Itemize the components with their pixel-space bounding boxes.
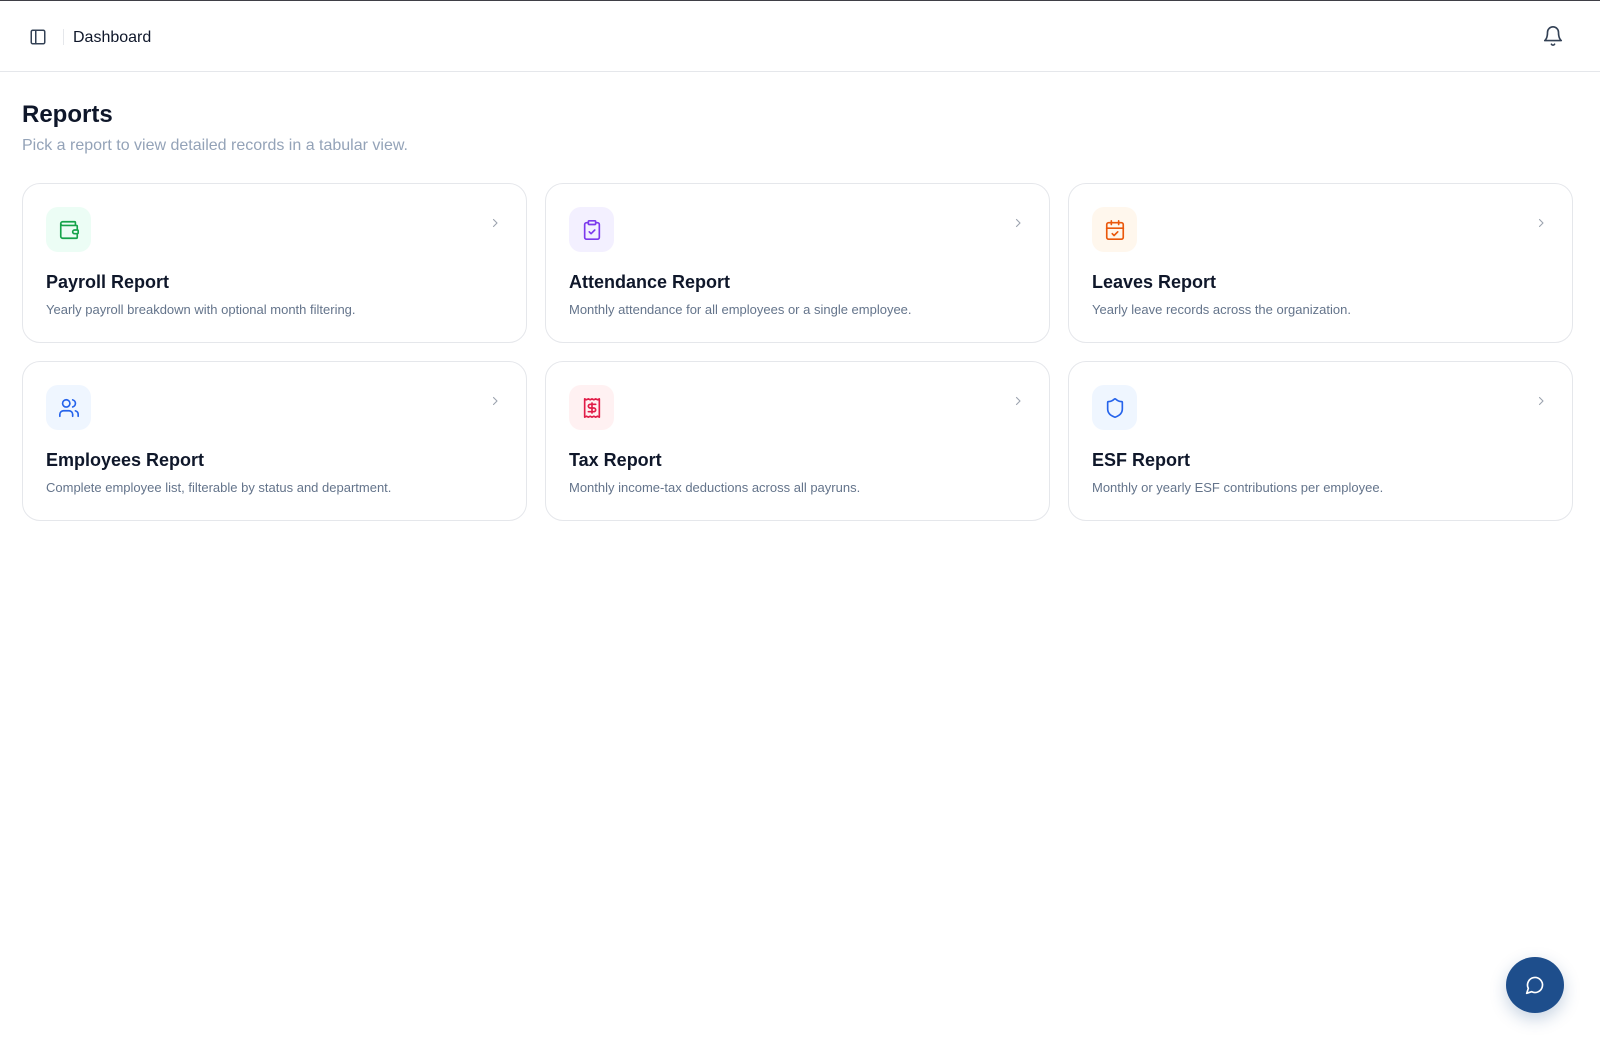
report-card-employees[interactable]: Employees Report Complete employee list,… xyxy=(22,361,527,521)
report-description: Yearly payroll breakdown with optional m… xyxy=(46,302,356,317)
chevron-right-icon xyxy=(488,394,502,408)
report-grid: Payroll Report Yearly payroll breakdown … xyxy=(22,183,1573,521)
chevron-right-icon xyxy=(488,216,502,230)
bell-icon[interactable] xyxy=(1540,23,1566,49)
report-description: Monthly attendance for all employees or … xyxy=(569,302,912,317)
shield-icon xyxy=(1092,385,1137,430)
page-title: Reports xyxy=(22,101,113,128)
report-card-esf[interactable]: ESF Report Monthly or yearly ESF contrib… xyxy=(1068,361,1573,521)
chevron-right-icon xyxy=(1534,216,1548,230)
calendar-check-icon xyxy=(1092,207,1137,252)
report-title: Attendance Report xyxy=(569,272,731,292)
page-subtitle: Pick a report to view detailed records i… xyxy=(22,137,408,154)
clipboard-check-icon xyxy=(569,207,614,252)
panel-left-icon[interactable] xyxy=(26,25,50,49)
report-card-payroll[interactable]: Payroll Report Yearly payroll breakdown … xyxy=(22,183,527,343)
report-title: Employees Report xyxy=(46,450,205,470)
top-bar: Dashboard xyxy=(0,1,1600,72)
report-description: Monthly income-tax deductions across all… xyxy=(569,480,861,495)
wallet-icon xyxy=(46,207,91,252)
chevron-right-icon xyxy=(1011,394,1025,408)
report-title: Leaves Report xyxy=(1092,272,1217,292)
chevron-right-icon xyxy=(1011,216,1025,230)
report-description: Yearly leave records across the organiza… xyxy=(1092,302,1351,317)
report-card-tax[interactable]: Tax Report Monthly income-tax deductions… xyxy=(545,361,1050,521)
report-description: Monthly or yearly ESF contributions per … xyxy=(1092,480,1384,495)
report-description: Complete employee list, filterable by st… xyxy=(46,480,392,495)
report-title: Payroll Report xyxy=(46,272,170,292)
users-icon xyxy=(46,385,91,430)
breadcrumb[interactable]: Dashboard xyxy=(73,28,151,48)
report-card-attendance[interactable]: Attendance Report Monthly attendance for… xyxy=(545,183,1050,343)
chevron-right-icon xyxy=(1534,394,1548,408)
message-circle-icon xyxy=(1525,975,1545,995)
chat-button[interactable] xyxy=(1506,957,1564,1013)
receipt-dollar-icon xyxy=(569,385,614,430)
report-title: ESF Report xyxy=(1092,450,1191,470)
header-divider xyxy=(63,29,64,45)
report-title: Tax Report xyxy=(569,450,662,470)
report-card-leaves[interactable]: Leaves Report Yearly leave records acros… xyxy=(1068,183,1573,343)
